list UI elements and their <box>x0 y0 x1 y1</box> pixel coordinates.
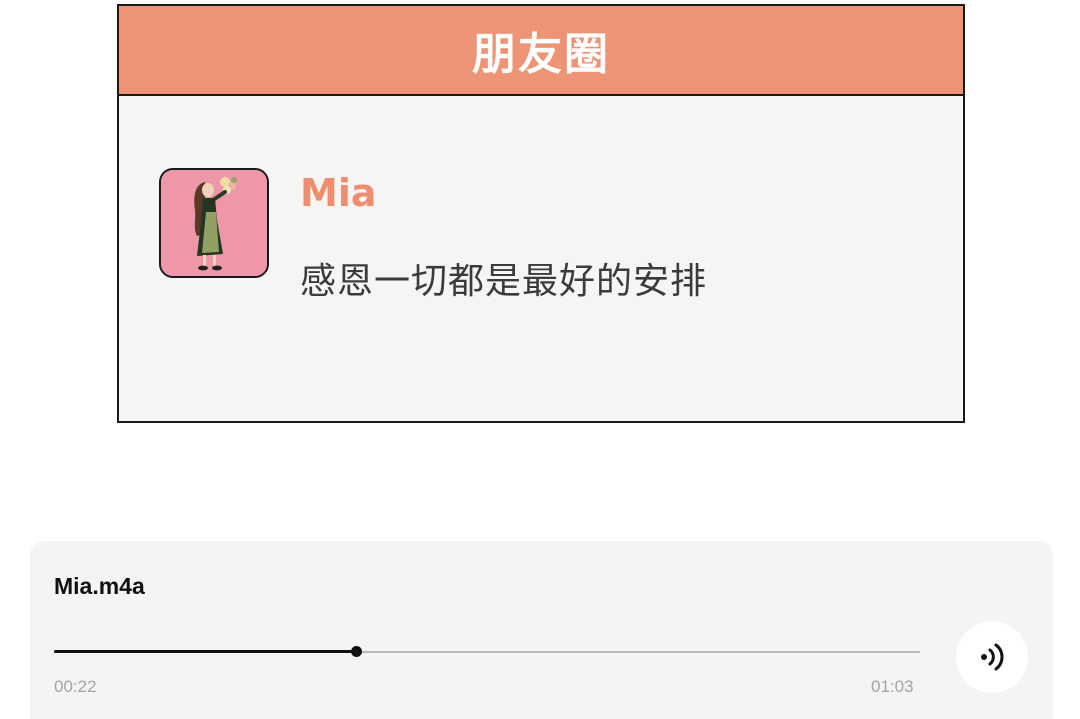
moments-post: Mia 感恩一切都是最好的安排 <box>119 96 963 421</box>
progress-fill <box>54 650 357 653</box>
elapsed-time: 00:22 <box>54 677 97 696</box>
post-username[interactable]: Mia <box>300 170 376 216</box>
speaker-button[interactable] <box>956 621 1028 693</box>
avatar-illustration <box>161 170 267 276</box>
progress-thumb[interactable] <box>351 646 363 657</box>
total-time: 01:03 <box>871 677 914 696</box>
page: 朋友圈 Mia 感恩一切都是最好的安排 Mia.m4a 00:22 01:03 <box>0 0 1080 719</box>
moments-title: 朋友圈 <box>472 29 610 80</box>
avatar[interactable] <box>159 168 269 278</box>
post-text: 感恩一切都是最好的安排 <box>300 261 708 302</box>
audio-file-name: Mia.m4a <box>54 573 145 599</box>
moments-card: 朋友圈 Mia 感恩一切都是最好的安排 <box>117 4 965 423</box>
speaker-icon <box>981 643 1004 671</box>
moments-header: 朋友圈 <box>119 6 963 96</box>
progress-slider[interactable] <box>54 641 920 663</box>
audio-player: Mia.m4a 00:22 01:03 <box>30 541 1053 719</box>
